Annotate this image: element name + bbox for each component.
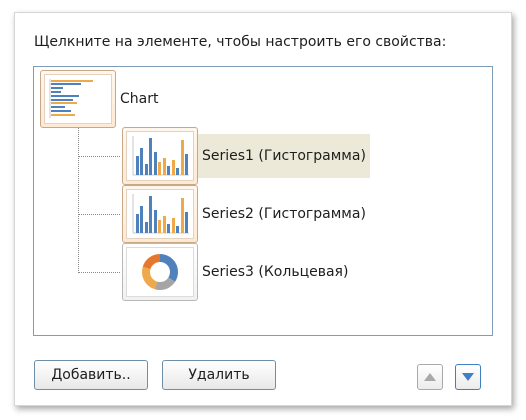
series1-thumbnail [122,127,198,185]
tree-connector-vertical [78,127,79,273]
arrow-down-icon [462,373,474,381]
doughnut-chart-icon [142,254,178,290]
tree-node-series1-label: Series1 (Гистограмма) [198,134,370,178]
tree-connector-series2 [78,214,120,215]
tree-node-series3[interactable]: Series3 (Кольцевая) [122,243,352,301]
chart-series-editor: Щелкните на элементе, чтобы настроить ег… [0,0,526,420]
instruction-text: Щелкните на элементе, чтобы настроить ег… [34,34,447,50]
delete-button[interactable]: Удалить [162,360,276,390]
chart-bar-icon [49,79,93,118]
add-button[interactable]: Добавить.. [34,360,148,390]
column-chart-icon [132,194,189,234]
move-up-button[interactable] [417,364,443,390]
tree-node-chart[interactable]: Chart [40,70,162,128]
series3-thumbnail [122,243,198,301]
tree-connector-series1 [78,156,120,157]
series2-thumbnail [122,185,198,243]
arrow-up-icon [424,373,436,381]
tree-node-series1[interactable]: Series1 (Гистограмма) [122,127,370,185]
tree-node-series2[interactable]: Series2 (Гистограмма) [122,185,370,243]
chart-thumbnail [40,70,116,128]
tree-connector-series3 [78,272,120,273]
column-chart-icon [132,136,189,176]
move-down-button[interactable] [455,364,481,390]
tree-node-chart-label: Chart [120,91,159,107]
tree-node-series3-label: Series3 (Кольцевая) [202,264,349,280]
tree-node-series2-label: Series2 (Гистограмма) [202,206,366,222]
series-tree[interactable]: Chart Series1 (Гистограмма) Series2 (Гис… [33,66,493,336]
